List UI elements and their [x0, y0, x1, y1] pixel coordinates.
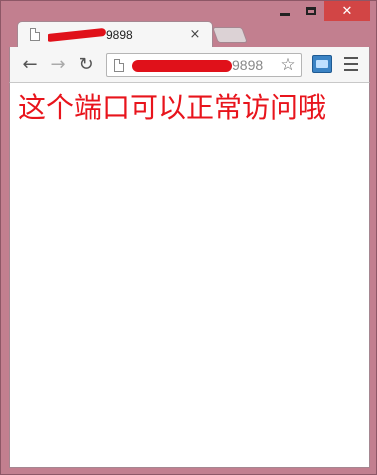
page-message: 这个端口可以正常访问哦	[18, 91, 327, 124]
redaction-mark	[132, 60, 232, 72]
extension-icon[interactable]	[312, 55, 332, 73]
browser-window: ✕ 9898 × ← → ↻ 9898 ☆ 这个端口可以正常访问哦	[0, 0, 377, 475]
page-icon	[114, 58, 124, 72]
bookmark-star-icon[interactable]: ☆	[277, 55, 299, 75]
redaction-mark	[48, 27, 107, 42]
minimize-button[interactable]	[272, 1, 298, 21]
address-bar[interactable]: 9898 ☆	[106, 53, 302, 77]
maximize-icon	[306, 7, 316, 15]
back-button[interactable]: ←	[18, 53, 42, 75]
url-text[interactable]: 9898	[132, 57, 277, 73]
reload-button[interactable]: ↻	[74, 53, 98, 75]
close-window-button[interactable]: ✕	[324, 1, 370, 21]
url-suffix: 9898	[232, 57, 264, 73]
browser-tab[interactable]: 9898 ×	[17, 21, 213, 47]
new-tab-button[interactable]	[212, 27, 248, 43]
page-content: 这个端口可以正常访问哦	[9, 83, 370, 468]
window-controls: ✕	[272, 1, 370, 23]
close-icon: ✕	[341, 3, 353, 19]
browser-toolbar: ← → ↻ 9898 ☆	[9, 47, 370, 83]
tab-title-text: 9898	[106, 27, 133, 42]
minimize-icon	[280, 12, 290, 16]
maximize-button[interactable]	[298, 1, 324, 21]
tab-close-icon[interactable]: ×	[188, 27, 202, 42]
forward-button[interactable]: →	[46, 53, 70, 75]
menu-icon[interactable]	[344, 57, 358, 71]
tab-title: 9898	[48, 27, 188, 42]
page-icon	[30, 28, 40, 41]
